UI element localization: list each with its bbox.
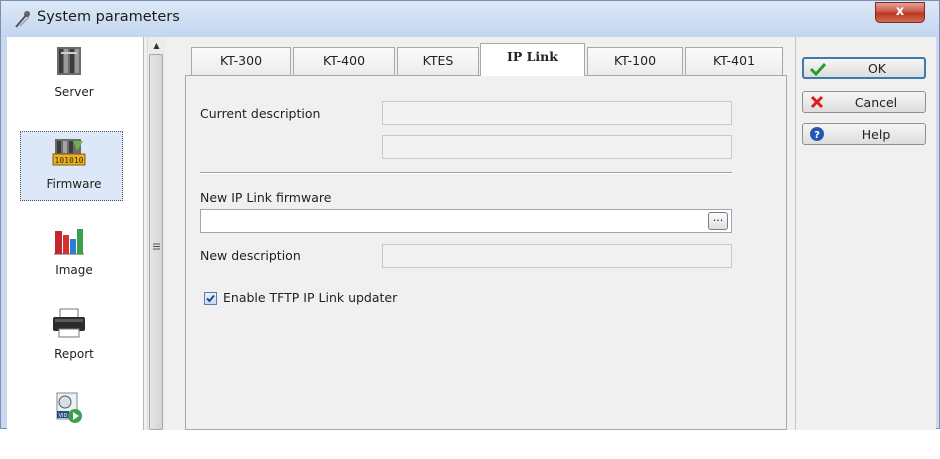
separator xyxy=(200,172,732,174)
firmware-icon: 101010 xyxy=(51,137,87,173)
sidebar-item-video[interactable]: VID xyxy=(7,383,141,459)
current-description-field-2 xyxy=(382,135,732,159)
tftp-updater-label[interactable]: Enable TFTP IP Link updater xyxy=(223,290,397,305)
dialog-buttons: OK Cancel ? Help xyxy=(795,37,936,430)
device-tabs: KT-300 KT-400 KTES IP Link KT-100 KT-401… xyxy=(181,43,793,430)
image-chart-icon xyxy=(51,221,87,257)
close-button[interactable]: x xyxy=(875,2,925,23)
cancel-button-label: Cancel xyxy=(854,95,898,110)
sidebar-item-firmware[interactable]: 101010 Firmware xyxy=(7,129,141,205)
system-parameters-window: System parameters x Server 101010 Firmwa… xyxy=(0,0,940,430)
browse-button[interactable]: ... xyxy=(708,212,728,230)
sidebar-item-label: Report xyxy=(54,347,94,361)
cancel-x-icon xyxy=(809,94,825,110)
cancel-button[interactable]: Cancel xyxy=(802,91,926,113)
new-firmware-label: New IP Link firmware xyxy=(200,190,332,205)
sidebar-item-label: Image xyxy=(55,263,93,277)
checkmark-icon xyxy=(206,294,215,303)
svg-text:101010: 101010 xyxy=(55,156,84,165)
window-title: System parameters xyxy=(37,9,180,25)
tab-ip-link[interactable]: IP Link xyxy=(480,43,585,76)
scroll-grip-icon xyxy=(153,243,160,250)
printer-icon xyxy=(51,305,87,341)
tab-kt-300[interactable]: KT-300 xyxy=(191,47,291,75)
checkmark-icon xyxy=(809,61,827,77)
tab-kt-401[interactable]: KT-401 xyxy=(685,47,783,75)
dialog-client-area: Server 101010 Firmware Image Report VID … xyxy=(7,37,936,430)
new-firmware-path-input[interactable] xyxy=(200,209,732,233)
category-sidebar: Server 101010 Firmware Image Report VID xyxy=(7,37,144,430)
svg-text:VID: VID xyxy=(59,413,68,419)
scroll-up-arrow-icon[interactable]: ▲ xyxy=(148,37,165,54)
server-icon xyxy=(51,43,87,79)
ok-button[interactable]: OK xyxy=(802,57,926,79)
sidebar-item-report[interactable]: Report xyxy=(7,299,141,375)
sidebar-item-label: Server xyxy=(54,85,94,99)
scroll-thumb[interactable] xyxy=(149,54,163,430)
new-description-field[interactable] xyxy=(382,244,732,268)
ip-link-panel: Current description New IP Link firmware… xyxy=(185,75,787,430)
current-description-label: Current description xyxy=(200,106,321,121)
tab-ktes[interactable]: KTES xyxy=(397,47,479,75)
sidebar-item-image[interactable]: Image xyxy=(7,215,141,291)
new-description-label: New description xyxy=(200,248,301,263)
current-description-field xyxy=(382,101,732,125)
sidebar-scrollbar[interactable]: ▲ xyxy=(147,37,165,430)
close-icon: x xyxy=(895,4,905,19)
tab-kt-400[interactable]: KT-400 xyxy=(293,47,395,75)
sidebar-item-server[interactable]: Server xyxy=(7,37,141,113)
help-button-label: Help xyxy=(861,127,891,142)
title-bar[interactable]: System parameters x xyxy=(1,1,939,37)
ok-button-label: OK xyxy=(867,61,887,76)
wrench-icon xyxy=(13,11,31,29)
sidebar-item-label: Firmware xyxy=(46,177,102,191)
svg-text:?: ? xyxy=(814,130,820,141)
video-icon: VID xyxy=(51,389,87,425)
tab-kt-100[interactable]: KT-100 xyxy=(587,47,683,75)
help-button[interactable]: ? Help xyxy=(802,123,926,145)
tftp-updater-checkbox[interactable] xyxy=(204,292,217,305)
help-icon: ? xyxy=(809,126,825,142)
